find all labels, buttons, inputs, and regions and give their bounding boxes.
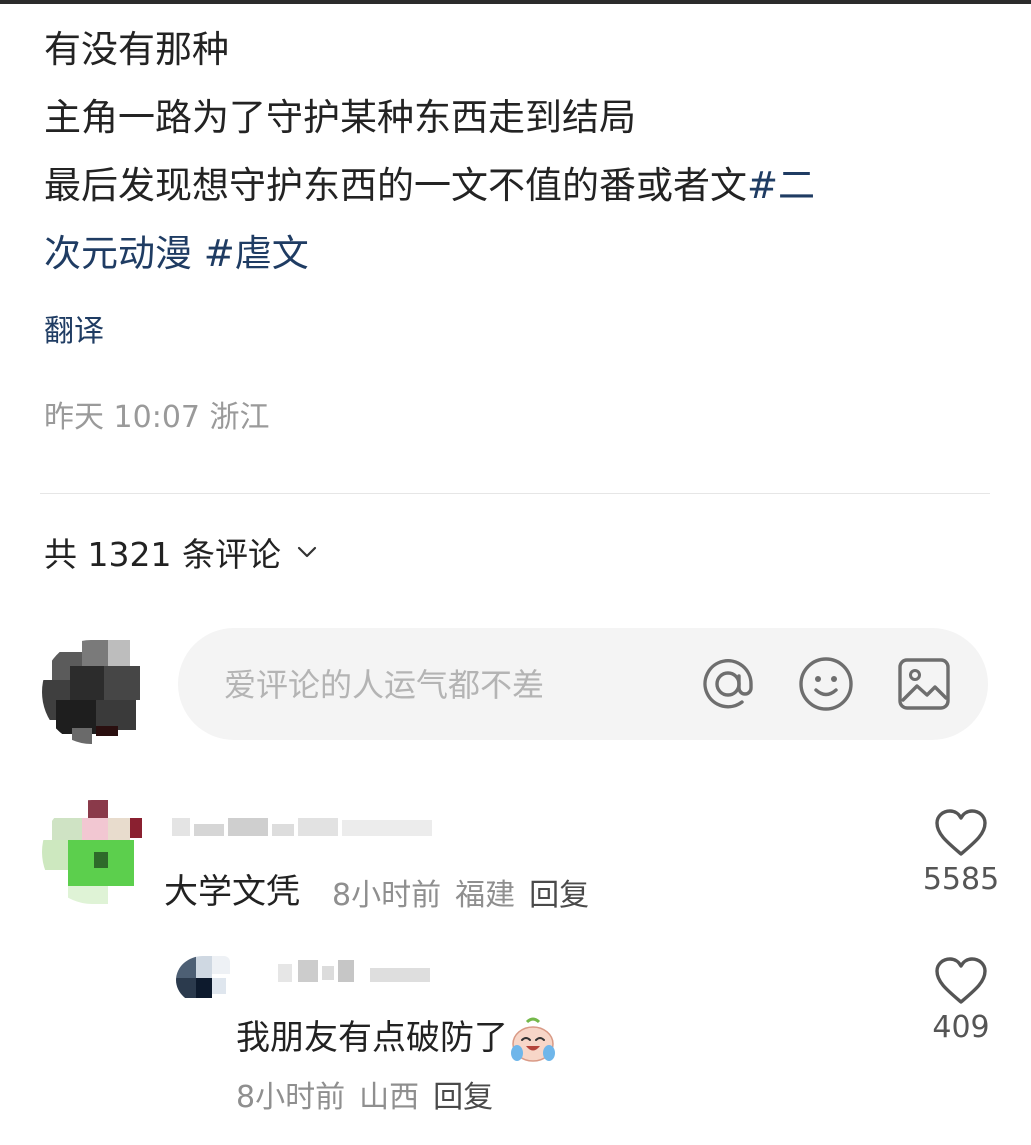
- comment-text: 我朋友有点破防了: [236, 1010, 558, 1065]
- comment-time: 8小时前: [236, 1080, 346, 1115]
- at-icon[interactable]: [698, 654, 758, 714]
- reply-button[interactable]: 回复: [433, 1080, 493, 1115]
- comment-location: 山西: [359, 1080, 420, 1115]
- heart-outline-icon: [935, 809, 987, 856]
- smiley-icon[interactable]: [796, 654, 856, 714]
- comment-meta: 8小时前 山西 回复: [236, 1072, 507, 1116]
- comment-time: 8小时前: [332, 878, 442, 913]
- comment-input[interactable]: [222, 658, 656, 712]
- translate-link[interactable]: 翻译: [44, 306, 104, 350]
- hashtag-link[interactable]: #虐文: [204, 232, 309, 275]
- comment-text-body: 我朋友有点破防了: [236, 1018, 508, 1058]
- comment-composer: [178, 628, 988, 740]
- reply-button[interactable]: 回复: [529, 878, 589, 913]
- post-meta: 昨天 10:07 浙江: [44, 392, 270, 436]
- avatar[interactable]: [42, 640, 140, 744]
- username[interactable]: [278, 958, 438, 984]
- avatar[interactable]: [42, 800, 142, 904]
- comment-text: 大学文凭: [164, 872, 300, 912]
- heart-outline-icon: [935, 957, 987, 1004]
- image-icon[interactable]: [894, 654, 954, 714]
- like-count: 5585: [922, 862, 1000, 897]
- post-line-3-text: 最后发现想守护东西的一文不值的番或者文: [44, 164, 747, 207]
- divider: [40, 493, 990, 494]
- chevron-down-icon: [297, 546, 317, 558]
- like-count: 409: [932, 1010, 990, 1045]
- post-line-4: 次元动漫 #虐文: [44, 220, 1004, 288]
- post-body: 有没有那种 主角一路为了守护某种东西走到结局 最后发现想守护东西的一文不值的番或…: [44, 16, 1004, 288]
- username[interactable]: [172, 814, 442, 840]
- top-border: [0, 0, 1031, 4]
- comment-count-toggle[interactable]: 共 1321 条评论: [44, 528, 319, 576]
- avatar[interactable]: [176, 956, 230, 1004]
- post-line-3: 最后发现想守护东西的一文不值的番或者文#二: [44, 152, 1004, 220]
- post-location: 浙江: [209, 400, 270, 435]
- crying-laughing-emoji: [511, 1017, 555, 1062]
- comment-count-label: 共 1321 条评论: [44, 535, 281, 574]
- post-line-1: 有没有那种: [44, 28, 229, 71]
- hashtag-link[interactable]: #二: [747, 164, 815, 207]
- post-line-2: 主角一路为了守护某种东西走到结局: [44, 96, 636, 139]
- comment-location: 福建: [455, 878, 516, 913]
- like-button[interactable]: 409: [916, 956, 1006, 1045]
- like-button[interactable]: 5585: [916, 808, 1006, 897]
- hashtag-link[interactable]: 次元动漫: [44, 232, 204, 275]
- comment-meta: 8小时前 福建 回复: [332, 870, 603, 914]
- post-time: 昨天 10:07: [44, 400, 200, 435]
